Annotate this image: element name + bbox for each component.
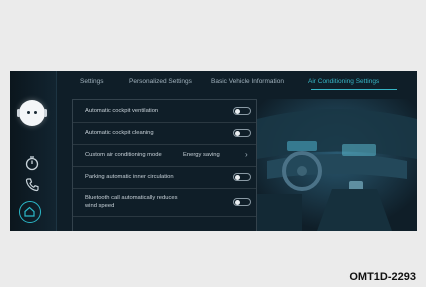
cockpit-ventilation-toggle[interactable] <box>233 107 251 115</box>
avatar-ear-right <box>44 109 47 117</box>
avatar-ear-left <box>17 109 20 117</box>
ac-mode-value: Energy saving <box>183 152 220 158</box>
setting-label: Automatic cockpit cleaning <box>85 130 154 136</box>
tab-settings[interactable]: Settings <box>80 78 104 85</box>
infotainment-screen: Settings Personalized Settings Basic Veh… <box>10 71 417 231</box>
setting-row-bluetooth-wind-speed[interactable]: Bluetooth call automatically reduces win… <box>73 188 256 217</box>
setting-row-cockpit-ventilation[interactable]: Automatic cockpit ventilation <box>73 100 256 123</box>
figure-code: OMT1D-2293 <box>349 271 416 283</box>
setting-label-line2: wind speed <box>85 203 115 209</box>
timer-icon[interactable] <box>24 155 40 171</box>
setting-label: Bluetooth call automatically reduces <box>85 195 178 201</box>
setting-row-parking-inner-circulation[interactable]: Parking automatic inner circulation <box>73 166 256 189</box>
sidebar <box>10 71 57 231</box>
car-interior-illustration <box>257 99 417 231</box>
tab-air-conditioning-settings[interactable]: Air Conditioning Settings <box>308 78 379 85</box>
setting-row-cockpit-cleaning[interactable]: Automatic cockpit cleaning <box>73 122 256 145</box>
tab-basic-vehicle-information[interactable]: Basic Vehicle Information <box>211 78 284 85</box>
toggle-knob <box>235 199 240 205</box>
chevron-right-icon[interactable]: › <box>245 150 248 159</box>
toggle-knob <box>235 174 240 180</box>
toggle-knob <box>235 130 240 136</box>
phone-icon[interactable] <box>24 177 40 193</box>
cockpit-cleaning-toggle[interactable] <box>233 129 251 137</box>
settings-panel: Automatic cockpit ventilation Automatic … <box>72 99 257 231</box>
setting-label: Parking automatic inner circulation <box>85 174 174 180</box>
setting-label: Automatic cockpit ventilation <box>85 108 159 114</box>
bluetooth-wind-speed-toggle[interactable] <box>233 198 251 206</box>
avatar-eye-left <box>27 111 30 114</box>
toggle-knob <box>235 108 240 114</box>
tab-personalized-settings[interactable]: Personalized Settings <box>129 78 192 85</box>
setting-label: Custom air conditioning mode <box>85 152 162 158</box>
home-icon <box>24 206 35 217</box>
assistant-avatar-icon[interactable] <box>17 100 47 126</box>
setting-row-custom-ac-mode[interactable]: Custom air conditioning mode Energy savi… <box>73 144 256 167</box>
active-tab-indicator <box>311 89 397 90</box>
avatar-eye-right <box>34 111 37 114</box>
parking-inner-circulation-toggle[interactable] <box>233 173 251 181</box>
home-button[interactable] <box>19 201 41 223</box>
